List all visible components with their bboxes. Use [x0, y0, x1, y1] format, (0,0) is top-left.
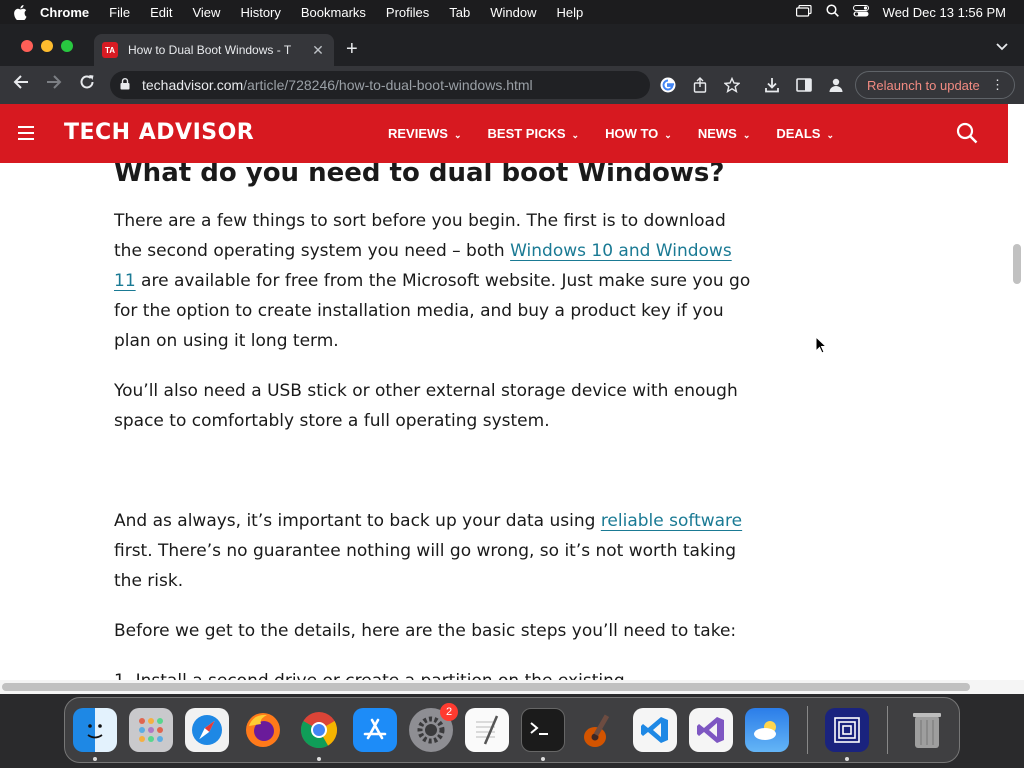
chevron-down-icon: ⌄: [742, 130, 751, 140]
nav-how-to[interactable]: HOW TO ⌄: [605, 126, 672, 141]
p3-text-before: And as always, it’s important to back up…: [114, 511, 601, 531]
screen-mirroring-icon[interactable]: [795, 4, 812, 20]
screen-icon[interactable]: [825, 708, 869, 752]
profile-avatar-icon[interactable]: [826, 75, 846, 95]
hamburger-menu-icon[interactable]: [18, 126, 34, 140]
finder-icon[interactable]: [73, 708, 117, 752]
menu-bookmarks[interactable]: Bookmarks: [301, 5, 366, 20]
relaunch-to-update-button[interactable]: Relaunch to update ⋮: [855, 71, 1015, 99]
browser-toolbar: techadvisor.com/article/728246/how-to-du…: [0, 66, 1024, 104]
article-paragraph-3: And as always, it’s important to back up…: [114, 506, 754, 596]
share-icon[interactable]: [690, 75, 710, 95]
p3-text-after: first. There’s no guarantee nothing will…: [114, 541, 737, 591]
menu-tab[interactable]: Tab: [449, 5, 470, 20]
tab-title: How to Dual Boot Windows - T: [128, 43, 292, 57]
menu-edit[interactable]: Edit: [150, 5, 172, 20]
site-nav: REVIEWS ⌄ BEST PICKS ⌄ HOW TO ⌄ NEWS ⌄ DEALS…: [388, 126, 834, 141]
reload-icon[interactable]: [76, 74, 98, 95]
terminal-running-indicator: [541, 757, 545, 761]
settings-notification-badge: 2: [440, 703, 458, 721]
nav-deals[interactable]: DEALS ⌄: [776, 126, 834, 141]
screen-running-indicator: [845, 757, 849, 761]
dock-separator: [887, 706, 888, 754]
window-zoom-button[interactable]: [61, 40, 73, 52]
chrome-icon[interactable]: [297, 708, 341, 752]
lock-icon[interactable]: [120, 77, 132, 93]
chevron-down-icon: ⌄: [664, 130, 672, 140]
menu-view[interactable]: View: [192, 5, 220, 20]
app-store-icon[interactable]: [353, 708, 397, 752]
tech-advisor-favicon-icon: TA: [102, 42, 118, 58]
menubar-app-name[interactable]: Chrome: [40, 5, 89, 20]
google-lens-icon[interactable]: [658, 75, 678, 95]
bookmark-star-icon[interactable]: [722, 75, 742, 95]
side-panel-icon[interactable]: [794, 75, 814, 95]
site-logo[interactable]: TECH ADVISOR: [64, 120, 254, 145]
control-center-icon[interactable]: [852, 4, 869, 20]
menu-history[interactable]: History: [240, 5, 280, 20]
page-viewport: What do you need to dual boot Windows? T…: [0, 104, 1024, 694]
horizontal-scrollbar-thumb[interactable]: [2, 683, 970, 691]
firefox-icon[interactable]: [241, 708, 285, 752]
nav-news[interactable]: NEWS ⌄: [698, 126, 751, 141]
chevron-down-icon: ⌄: [826, 130, 834, 140]
textedit-icon[interactable]: [465, 708, 509, 752]
article-paragraph-2: You’ll also need a USB stick or other ex…: [114, 381, 738, 431]
article-paragraph-4: Before we get to the details, here are t…: [114, 621, 737, 641]
menu-file[interactable]: File: [109, 5, 130, 20]
url-domain: techadvisor.com: [142, 77, 244, 93]
new-tab-icon[interactable]: +: [346, 38, 358, 61]
chevron-down-icon: ⌄: [571, 130, 580, 140]
finder-running-indicator: [93, 757, 97, 761]
site-header: TECH ADVISOR REVIEWS ⌄ BEST PICKS ⌄ HOW TO…: [0, 104, 1008, 163]
nav-best-picks[interactable]: BEST PICKS ⌄: [488, 126, 580, 141]
tab-search-chevron-icon[interactable]: [996, 40, 1008, 54]
safari-icon[interactable]: [185, 708, 229, 752]
garageband-icon[interactable]: [577, 708, 621, 752]
spotlight-search-icon[interactable]: [826, 4, 839, 20]
dock: [64, 697, 960, 763]
address-bar[interactable]: techadvisor.com/article/728246/how-to-du…: [110, 71, 650, 99]
forward-icon[interactable]: [43, 74, 65, 95]
visual-studio-icon[interactable]: [689, 708, 733, 752]
chrome-running-indicator: [317, 757, 321, 761]
launchpad-icon[interactable]: [129, 708, 173, 752]
terminal-icon[interactable]: [521, 708, 565, 752]
weather-icon[interactable]: [745, 708, 789, 752]
p1-text-after: are available for free from the Microsof…: [114, 271, 751, 351]
back-icon[interactable]: [10, 74, 32, 95]
macos-menubar: Chrome File Edit View History Bookmarks …: [0, 0, 1024, 24]
menubar-clock[interactable]: Wed Dec 13 1:56 PM: [883, 5, 1006, 20]
tab-close-icon[interactable]: ✕: [310, 42, 326, 59]
tab-active[interactable]: TA How to Dual Boot Windows - T ✕: [94, 34, 334, 66]
window-minimize-button[interactable]: [41, 40, 53, 52]
chrome-menu-icon[interactable]: ⋮: [991, 77, 1004, 93]
url-path: /article/728246/how-to-dual-boot-windows…: [243, 77, 533, 93]
nav-reviews[interactable]: REVIEWS ⌄: [388, 126, 462, 141]
trash-icon[interactable]: [905, 708, 949, 752]
chevron-down-icon: ⌄: [453, 130, 462, 140]
mouse-pointer-icon: [815, 335, 828, 354]
vscode-icon[interactable]: [633, 708, 677, 752]
menu-profiles[interactable]: Profiles: [386, 5, 429, 20]
article-paragraph-1: There are a few things to sort before yo…: [114, 206, 754, 356]
window-close-button[interactable]: [21, 40, 33, 52]
vertical-scrollbar-thumb[interactable]: [1013, 244, 1021, 284]
ad-spacer: [114, 456, 754, 506]
reliable-software-link[interactable]: reliable software: [601, 511, 742, 531]
menu-window[interactable]: Window: [490, 5, 536, 20]
downloads-icon[interactable]: [762, 75, 782, 95]
apple-menu-icon[interactable]: [0, 4, 40, 20]
article-body: What do you need to dual boot Windows? T…: [114, 156, 754, 694]
site-search-icon[interactable]: [956, 122, 978, 144]
relaunch-label: Relaunch to update: [867, 77, 980, 93]
menu-help[interactable]: Help: [557, 5, 584, 20]
dock-separator: [807, 706, 808, 754]
